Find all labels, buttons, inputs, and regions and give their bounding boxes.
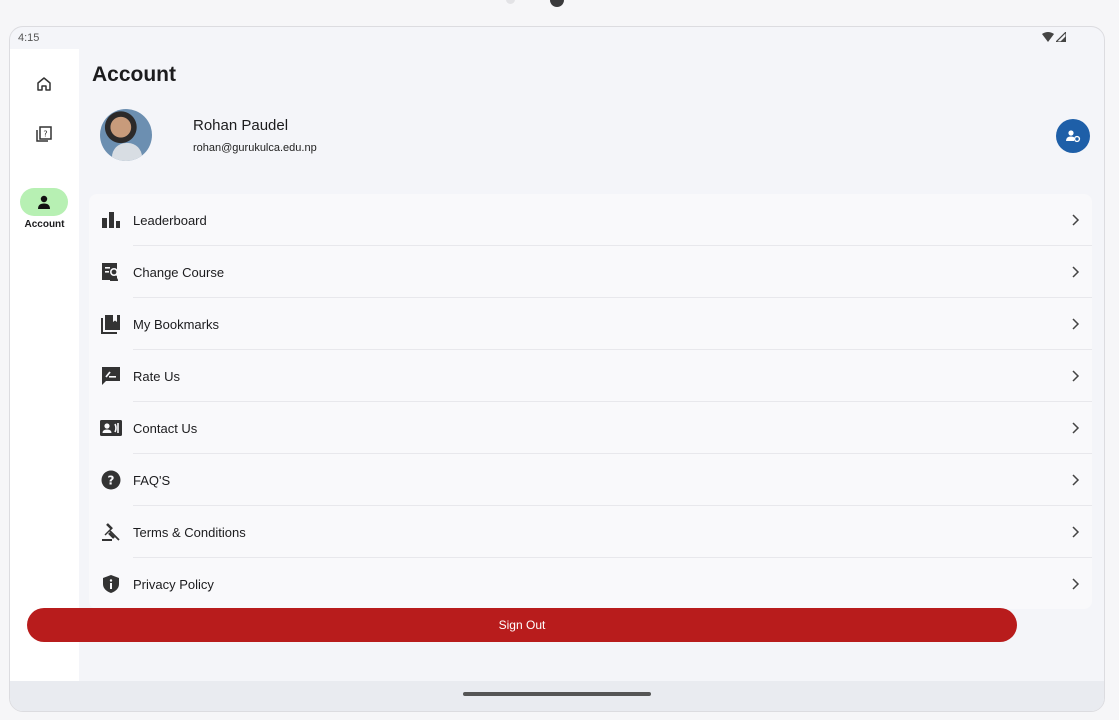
rail-item-account[interactable] xyxy=(20,188,68,216)
menu-item-leaderboard[interactable]: Leaderboard xyxy=(89,194,1092,246)
menu-label: Rate Us xyxy=(133,368,180,384)
person-icon xyxy=(38,195,50,209)
camera-dot xyxy=(506,0,515,4)
menu-item-change-course[interactable]: Change Course xyxy=(89,246,1092,298)
menu-item-terms[interactable]: Terms & Conditions xyxy=(89,506,1092,558)
avatar-body xyxy=(112,143,142,161)
menu-label: Leaderboard xyxy=(133,212,207,228)
chevron-right-icon xyxy=(1072,526,1080,538)
chevron-right-icon xyxy=(1072,318,1080,330)
chevron-right-icon xyxy=(1072,370,1080,382)
home-indicator[interactable] xyxy=(463,692,651,696)
course-search-icon xyxy=(100,261,122,283)
status-bar: 4:15 xyxy=(10,27,1104,49)
user-name: Rohan Paudel xyxy=(193,117,289,134)
menu-label: Privacy Policy xyxy=(133,576,214,592)
camera-lens xyxy=(550,0,564,7)
chevron-right-icon xyxy=(1072,474,1080,486)
contact-card-icon xyxy=(100,417,122,439)
status-time: 4:15 xyxy=(18,32,40,44)
menu-label: Contact Us xyxy=(133,420,198,436)
shield-icon xyxy=(100,573,122,595)
account-page: Account Rohan Paudel rohan@gurukulca.edu… xyxy=(79,49,1104,681)
page-title: Account xyxy=(92,63,176,86)
signal-icon xyxy=(1056,32,1066,42)
user-email: rohan@gurukulca.edu.np xyxy=(193,142,317,154)
menu-item-faqs[interactable]: ? FAQ'S xyxy=(89,454,1092,506)
chevron-right-icon xyxy=(1072,214,1080,226)
menu-label: Terms & Conditions xyxy=(133,524,246,540)
rate-icon xyxy=(100,365,122,387)
bar-chart-icon xyxy=(100,209,122,231)
chevron-right-icon xyxy=(1072,422,1080,434)
help-circle-icon: ? xyxy=(100,469,122,491)
menu-item-rate-us[interactable]: Rate Us xyxy=(89,350,1092,402)
rail-label-account: Account xyxy=(24,219,65,230)
home-icon xyxy=(37,77,51,91)
bookmarks-icon xyxy=(100,313,122,335)
status-icons xyxy=(1042,32,1066,42)
menu-label: My Bookmarks xyxy=(133,316,219,332)
account-menu: Leaderboard Change Course My Bookmarks R… xyxy=(89,194,1092,609)
rail-item-quiz[interactable]: ? xyxy=(20,120,68,148)
svg-text:?: ? xyxy=(43,130,47,139)
tablet-screen: 4:15 ? Account Account Rohan Paudel roha… xyxy=(9,26,1105,712)
wifi-icon xyxy=(1042,32,1054,42)
menu-label: Change Course xyxy=(133,264,225,280)
system-nav-bar xyxy=(10,681,1104,711)
rail-item-home[interactable] xyxy=(20,70,68,98)
chevron-right-icon xyxy=(1072,266,1080,278)
manage-account-button[interactable] xyxy=(1056,119,1090,153)
menu-label: FAQ'S xyxy=(133,472,171,488)
quiz-book-icon: ? xyxy=(36,126,52,142)
manage-account-icon xyxy=(1066,130,1081,143)
menu-item-my-bookmarks[interactable]: My Bookmarks xyxy=(89,298,1092,350)
menu-item-contact-us[interactable]: Contact Us xyxy=(89,402,1092,454)
svg-text:?: ? xyxy=(108,474,115,488)
chevron-right-icon xyxy=(1072,578,1080,590)
navigation-rail: ? Account xyxy=(10,49,79,683)
gavel-icon xyxy=(100,521,122,543)
avatar xyxy=(100,109,152,161)
sign-out-button[interactable]: Sign Out xyxy=(27,608,1017,642)
menu-item-privacy[interactable]: Privacy Policy xyxy=(89,558,1092,610)
